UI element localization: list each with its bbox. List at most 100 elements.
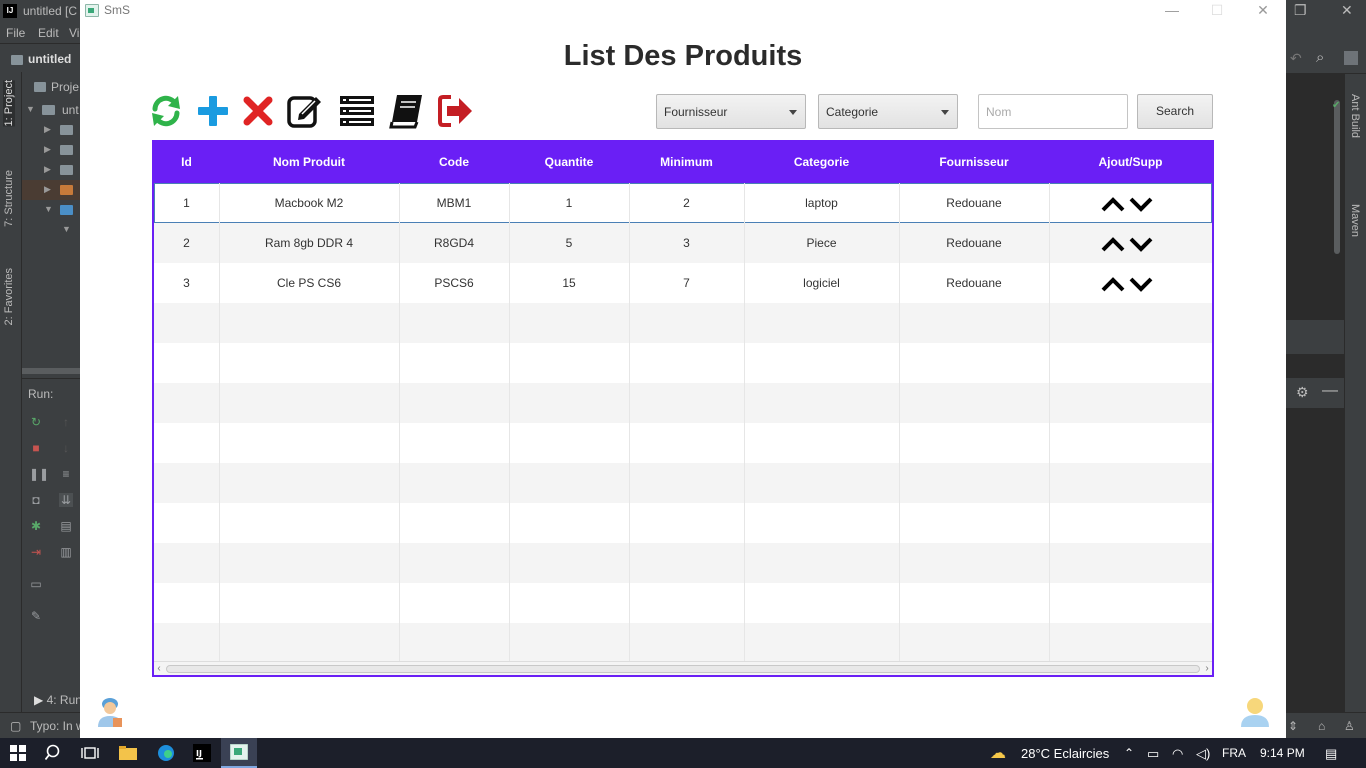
wrap-icon[interactable]: ≡ [59,467,73,481]
undo-icon[interactable]: ↶ [1290,50,1302,67]
exit-icon[interactable]: ⇥ [29,545,43,559]
expand-right-icon[interactable]: ▶ [44,144,51,155]
decrease-quantity-icon[interactable] [1127,223,1155,263]
sms-app-taskbar-icon[interactable] [221,738,257,768]
increase-quantity-icon[interactable] [1099,223,1127,263]
edit-icon[interactable] [286,92,324,130]
menu-view[interactable]: Vi [69,26,79,40]
scroll-end-icon[interactable]: ⇊ [59,493,73,507]
table-row[interactable]: 1 Macbook M2 MBM1 1 2 laptop Redouane [154,183,1212,223]
chevron-up-icon[interactable]: ⌃ [1124,746,1134,760]
layout-icon[interactable]: ▭ [29,577,43,591]
scrollbar-thumb[interactable] [166,665,1200,673]
menu-edit[interactable]: Edit [38,26,59,40]
increase-quantity-icon[interactable] [1099,183,1127,223]
menu-file[interactable]: File [6,26,25,40]
book-icon[interactable] [387,92,425,130]
editor-scrollbar[interactable] [1334,100,1340,254]
increase-quantity-icon[interactable] [1099,263,1127,303]
tab-structure[interactable]: 7: Structure [3,170,15,227]
pin-icon[interactable]: ✎ [29,609,43,623]
expand-down-icon[interactable]: ▼ [62,224,71,234]
tree-row[interactable]: ▶ [22,140,80,160]
battery-icon[interactable]: ▭ [1147,746,1159,762]
decrease-quantity-icon[interactable] [1127,183,1155,223]
weather-text[interactable]: 28°C Eclaircies [1021,746,1109,761]
rerun-icon[interactable]: ↻ [29,415,43,429]
pause-icon[interactable]: ❚❚ [29,467,49,481]
intellij-icon[interactable]: IJ [184,738,220,768]
user-avatar-icon[interactable] [95,696,125,728]
search-icon[interactable]: ⌕ [1316,49,1324,66]
search-button[interactable]: Search [1137,94,1213,129]
ide-close-icon[interactable]: ✕ [1341,2,1353,19]
col-header-fournisseur[interactable]: Fournisseur [899,142,1049,183]
tree-row[interactable]: ▶ [22,160,80,180]
decrease-quantity-icon[interactable] [1127,263,1155,303]
list-icon[interactable] [338,92,376,130]
tree-row[interactable]: ▶ [22,120,80,140]
search-input[interactable] [978,94,1128,129]
search-icon[interactable] [36,738,72,768]
col-header-nom[interactable]: Nom Produit [219,142,399,183]
close-icon[interactable]: ✕ [1240,0,1286,22]
expand-right-icon[interactable]: ▶ [44,124,51,135]
tree-row[interactable]: ▼ [22,220,80,240]
task-view-icon[interactable] [72,738,108,768]
profile-avatar-icon[interactable] [1240,696,1270,728]
project-hscroll[interactable] [22,368,80,374]
table-row[interactable]: 3 Cle PS CS6 PSCS6 15 7 logiciel Redouan… [154,263,1212,303]
ide-restore-icon[interactable]: ❐ [1294,2,1307,19]
categorie-select[interactable]: Categorie [818,94,958,129]
file-explorer-icon[interactable] [110,738,146,768]
stop-icon[interactable]: ■ [29,441,43,455]
notification-icon[interactable]: ▤ [1325,746,1337,762]
tab-favorites[interactable]: 2: Favorites [3,268,15,325]
camera-icon[interactable]: ◘ [29,493,43,507]
tab-ant-build[interactable]: Ant Build [1349,94,1361,138]
expand-down-icon[interactable]: ▼ [44,204,53,214]
wifi-icon[interactable]: ◠ [1172,746,1183,762]
print-icon[interactable]: ▤ [59,519,73,533]
run-tab[interactable]: ▶ 4: Run [34,693,82,707]
expand-down-icon[interactable]: ▼ [26,104,35,114]
tab-project[interactable]: 1: Project [3,80,15,127]
edge-icon[interactable] [148,738,184,768]
expand-right-icon[interactable]: ▶ [44,184,51,195]
delete-icon[interactable] [239,92,277,130]
gear-icon[interactable]: ⚙ [1296,384,1309,401]
clock[interactable]: 9:14 PM [1260,746,1305,760]
tree-row[interactable]: ▼ unt [22,100,80,120]
scroll-right-icon[interactable]: › [1202,662,1212,675]
table-row[interactable]: 2 Ram 8gb DDR 4 R8GD4 5 3 Piece Redouane [154,223,1212,263]
fournisseur-select[interactable]: Fournisseur [656,94,806,129]
down-icon[interactable]: ↓ [59,441,73,455]
project-panel-header[interactable]: Proje [51,80,79,94]
volume-icon[interactable]: ◁) [1196,746,1210,762]
expand-right-icon[interactable]: ▶ [44,164,51,175]
debug-icon[interactable]: ✱ [29,519,43,533]
project-name[interactable]: untitled [28,52,71,66]
start-icon[interactable] [0,738,36,768]
add-icon[interactable] [194,92,232,130]
tab-maven[interactable]: Maven [1349,204,1361,237]
table-horizontal-scrollbar[interactable]: ‹ › [154,661,1212,675]
col-header-quantite[interactable]: Quantite [509,142,629,183]
tree-row[interactable]: ▼ [22,200,80,220]
col-header-code[interactable]: Code [399,142,509,183]
col-header-ajout-supp[interactable]: Ajout/Supp [1049,142,1212,183]
logout-icon[interactable] [437,92,475,130]
up-icon[interactable]: ↑ [59,415,73,429]
scroll-left-icon[interactable]: ‹ [154,662,164,675]
col-header-id[interactable]: Id [154,142,219,183]
minimize-icon[interactable]: — [1149,0,1195,22]
trash-icon[interactable]: ▥ [59,545,73,559]
minimize-panel-icon[interactable]: — [1322,382,1338,400]
refresh-icon[interactable] [147,92,185,130]
weather-icon[interactable]: ☁ [990,743,1006,763]
structure-icon[interactable] [1344,51,1358,65]
language-indicator[interactable]: FRA [1222,746,1246,760]
col-header-minimum[interactable]: Minimum [629,142,744,183]
col-header-categorie[interactable]: Categorie [744,142,899,183]
tree-row[interactable]: ▶ [22,180,80,200]
